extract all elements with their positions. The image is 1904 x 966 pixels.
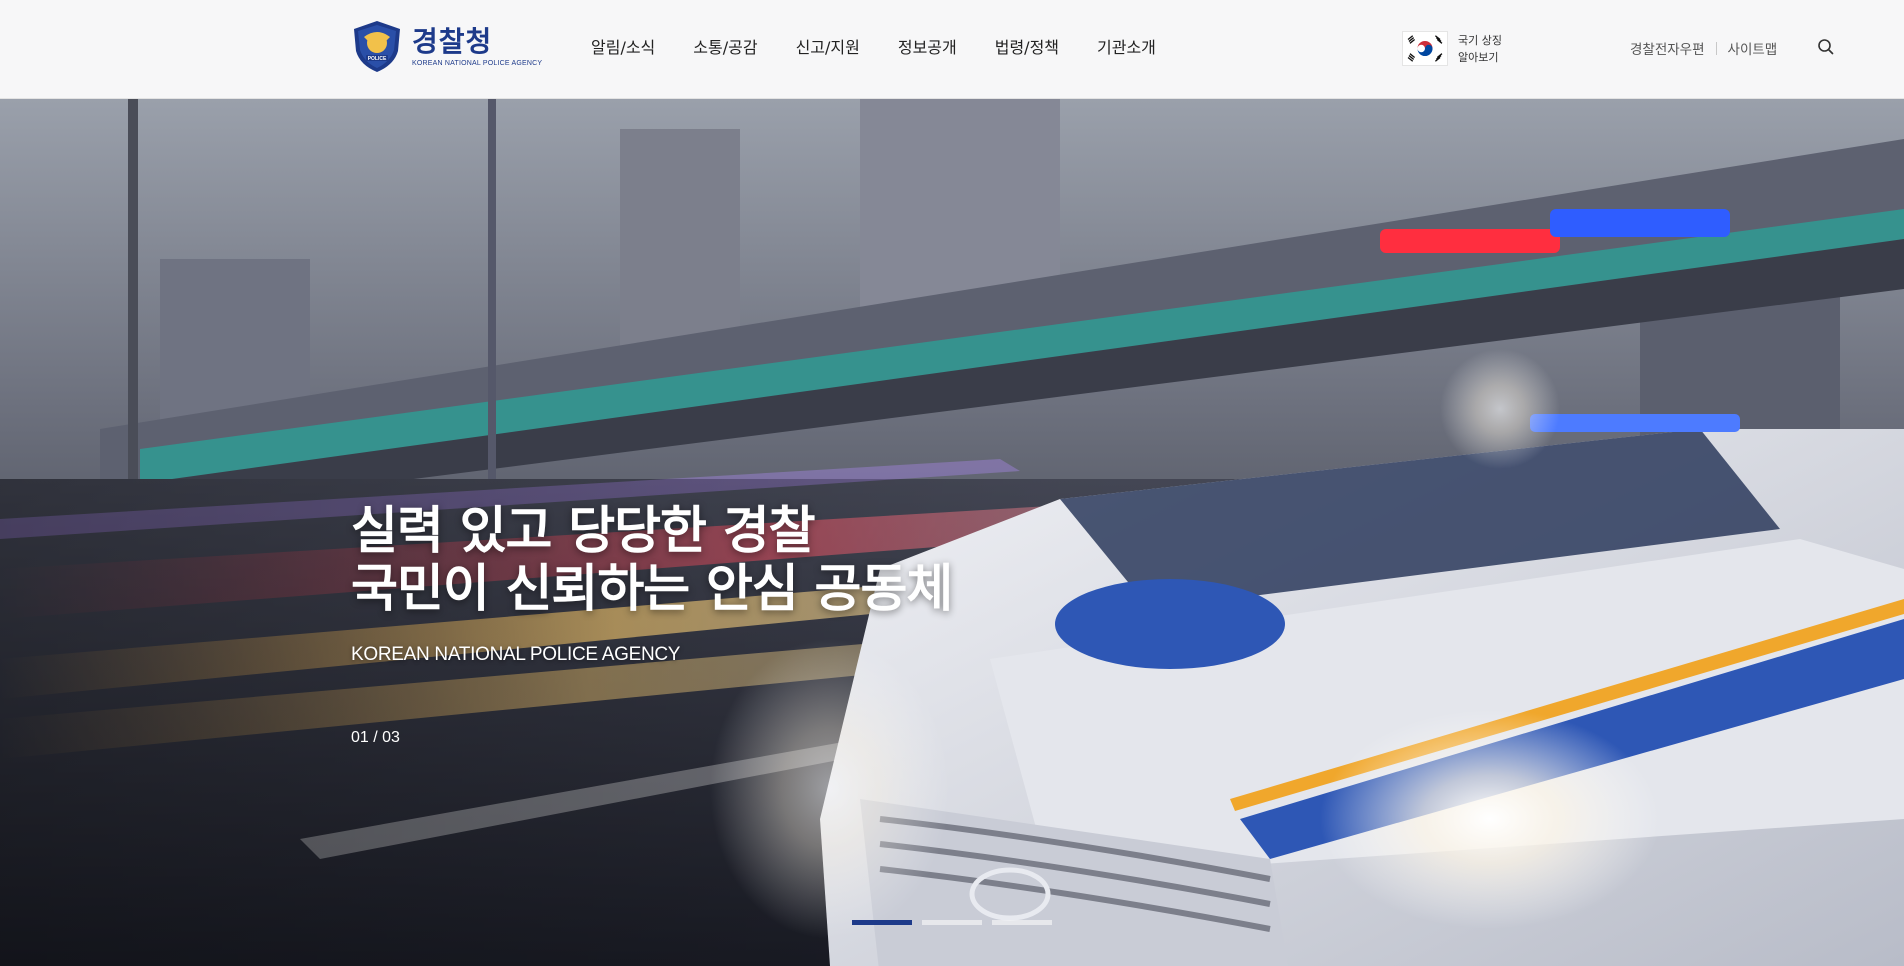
hero-title-line1: 실력 있고 당당한 경찰 xyxy=(351,502,816,561)
hero-slider: 실력 있고 당당한 경찰 국민이 신뢰하는 안심 공동체 KOREAN NATI… xyxy=(0,99,1904,966)
nav-item-policy[interactable]: 법령/정책 xyxy=(976,36,1078,60)
hero-title: 실력 있고 당당한 경찰 국민이 신뢰하는 안심 공동체 xyxy=(351,502,953,619)
slide-pagination xyxy=(852,920,1052,925)
site-header: POLICE 경찰청 KOREAN NATIONAL POLICE AGENCY… xyxy=(0,0,1904,99)
main-navigation: 알림/소식 소통/공감 신고/지원 정보공개 법령/정책 기관소개 xyxy=(590,36,1175,60)
slide-counter: 01 / 03 xyxy=(351,729,400,746)
search-icon[interactable] xyxy=(1815,36,1837,58)
emblem-text: POLICE xyxy=(368,56,387,62)
police-emblem-icon: POLICE xyxy=(354,21,400,72)
hero-subtitle: KOREAN NATIONAL POLICE AGENCY xyxy=(351,644,681,665)
slide-indicator-2[interactable] xyxy=(922,920,982,925)
site-logo[interactable]: POLICE 경찰청 KOREAN NATIONAL POLICE AGENCY xyxy=(350,18,542,74)
symbol-label-line2: 알아보기 xyxy=(1458,50,1499,64)
utility-links: 경찰전자우편 사이트맵 xyxy=(1630,38,1777,58)
divider xyxy=(1715,41,1717,55)
hero-title-line2: 국민이 신뢰하는 안심 공동체 xyxy=(351,560,953,619)
national-symbol-link[interactable]: 국기 상징 알아보기 xyxy=(1402,31,1502,66)
nav-item-news[interactable]: 알림/소식 xyxy=(590,36,674,60)
nav-item-report[interactable]: 신고/지원 xyxy=(777,36,879,60)
slide-indicator-1[interactable] xyxy=(852,920,912,925)
korean-flag-icon xyxy=(1402,31,1448,66)
nav-item-communication[interactable]: 소통/공감 xyxy=(674,36,776,60)
sitemap-link[interactable]: 사이트맵 xyxy=(1728,38,1778,58)
symbol-label-line1: 국기 상징 xyxy=(1458,33,1502,47)
slide-indicator-3[interactable] xyxy=(992,920,1052,925)
police-mail-link[interactable]: 경찰전자우편 xyxy=(1630,38,1705,58)
logo-name-ko: 경찰청 xyxy=(412,24,493,58)
logo-name-en: KOREAN NATIONAL POLICE AGENCY xyxy=(412,59,543,67)
nav-item-about[interactable]: 기관소개 xyxy=(1078,36,1175,60)
nav-item-disclosure[interactable]: 정보공개 xyxy=(879,36,976,60)
